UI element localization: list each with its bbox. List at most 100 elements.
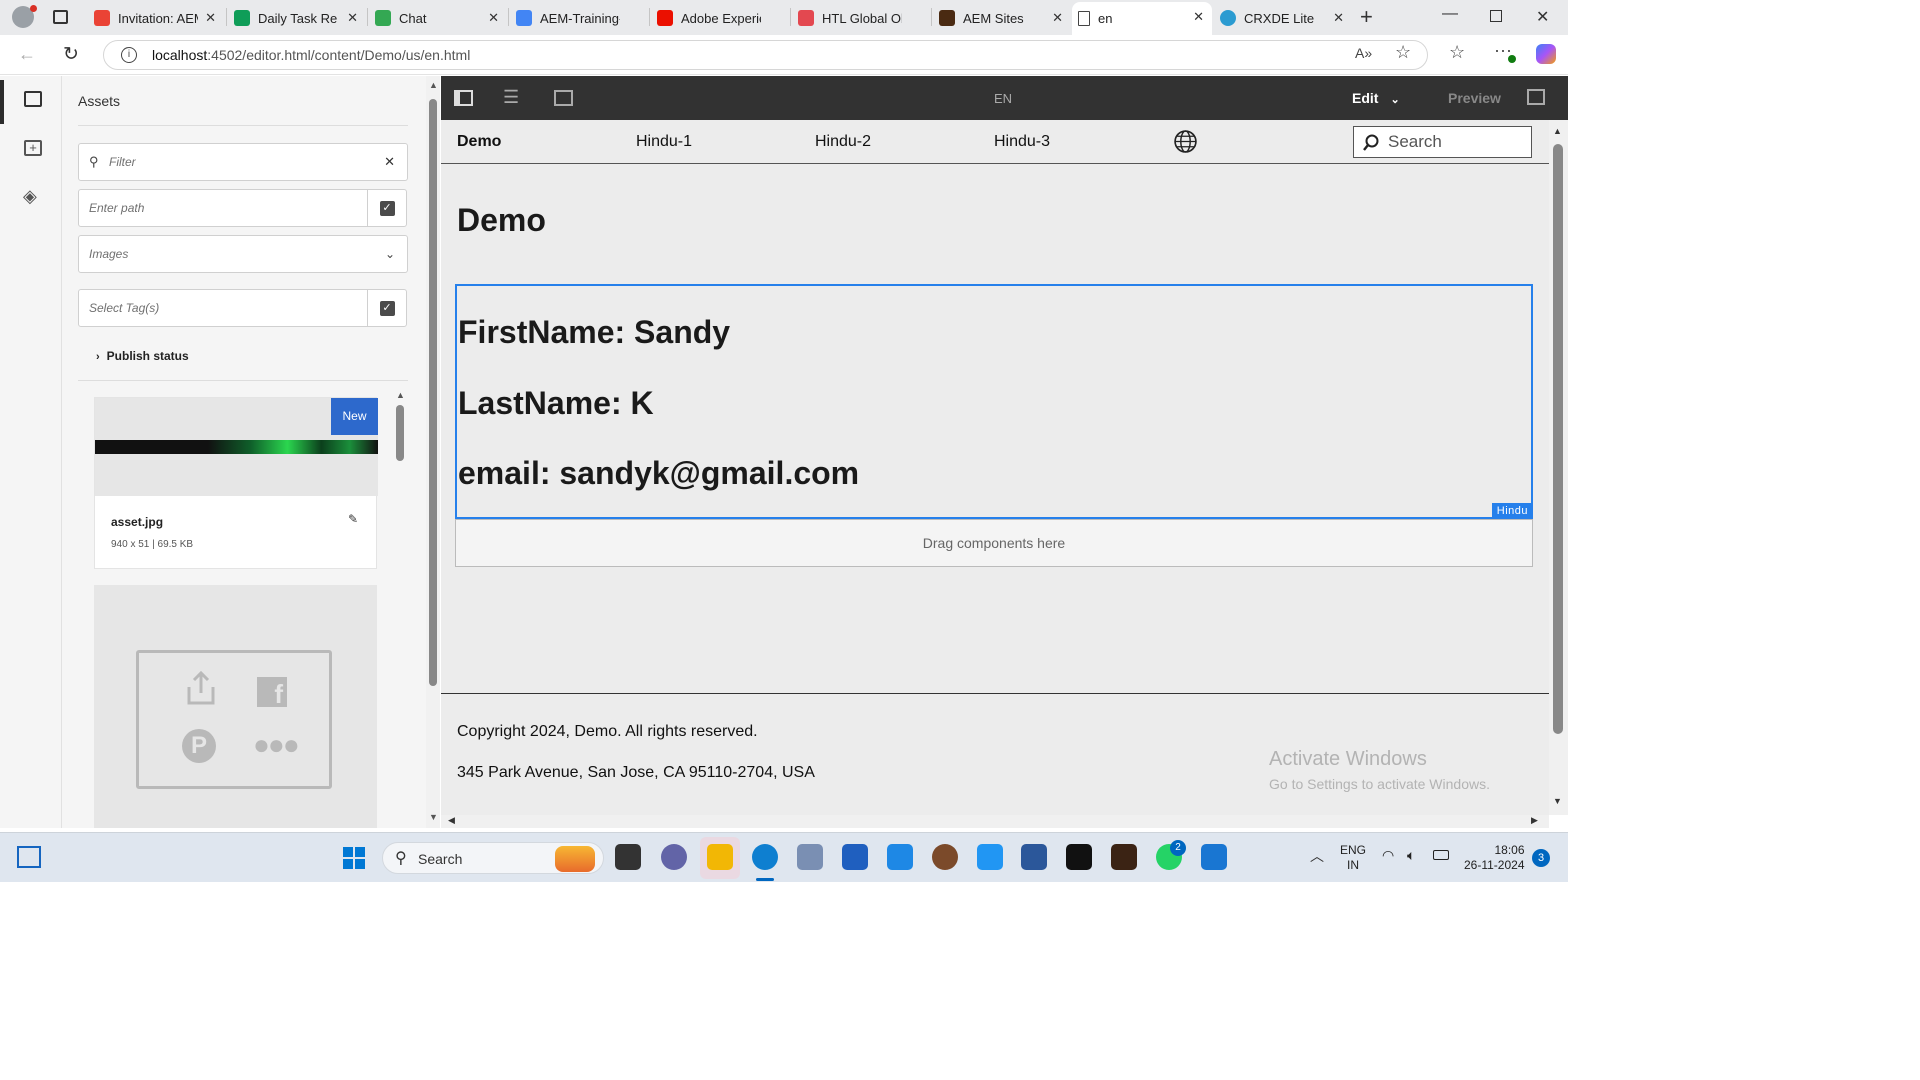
copilot-icon[interactable] — [1536, 44, 1556, 64]
edge-icon[interactable] — [752, 844, 778, 870]
nav-item-hindu-1[interactable]: Hindu-1 — [636, 133, 692, 151]
tags-browse-button[interactable]: ✓ — [367, 289, 407, 327]
favorites-icon[interactable]: ☆ — [1449, 42, 1465, 63]
site-search-input[interactable]: Search — [1353, 126, 1532, 158]
filter-input[interactable]: ⚲ Filter ✕ — [78, 143, 408, 181]
mode-label: Edit — [1352, 90, 1379, 106]
widgets-icon[interactable] — [17, 846, 41, 868]
social-share-card[interactable]: f P ●●● — [94, 585, 377, 828]
terminal-icon[interactable] — [1066, 844, 1092, 870]
sheets-icon — [234, 10, 250, 26]
tab-actions-icon[interactable] — [53, 10, 68, 24]
read-aloud-icon[interactable]: A» — [1355, 45, 1372, 61]
address-bar[interactable]: i localhost:4502/editor.html/content/Dem… — [103, 40, 1428, 70]
asset-card[interactable]: New asset.jpg 940 x 51 | 69.5 KB ✎ — [94, 397, 378, 569]
asset-type-select[interactable]: Images ⌄ — [78, 235, 408, 273]
task-view-icon[interactable] — [615, 844, 641, 870]
globe-icon[interactable] — [1173, 129, 1198, 154]
emulator-icon[interactable] — [554, 90, 573, 106]
tab-chat[interactable]: Chat ✕ — [369, 3, 507, 33]
clock[interactable]: 18:06 26-11-2024 — [1464, 843, 1525, 873]
refresh-icon[interactable]: ↻ — [63, 43, 79, 66]
tab-label: Adobe Experie — [681, 10, 761, 26]
panel-scrollbar[interactable]: ▲ ▼ — [426, 76, 440, 828]
minimize-button[interactable]: — — [1442, 5, 1458, 23]
asset-list-scroll-thumb[interactable] — [396, 405, 404, 461]
page-scrollbar[interactable]: ▲ ▼ — [1549, 120, 1568, 815]
tab-invitation[interactable]: Invitation: AEM ✕ — [88, 3, 224, 33]
asset-list-scrollbar[interactable]: ▲ — [395, 390, 405, 828]
tab-daily-task[interactable]: Daily Task Rep ✕ — [228, 3, 366, 33]
close-icon[interactable]: ✕ — [205, 10, 216, 26]
nav-item-hindu-3[interactable]: Hindu-3 — [994, 133, 1050, 151]
component-label-tag: Hindu — [1491, 503, 1533, 519]
preview-button[interactable]: Preview — [1448, 90, 1501, 106]
nav-item-hindu-2[interactable]: Hindu-2 — [815, 133, 871, 151]
chevron-up-icon[interactable]: ︿ — [1310, 846, 1324, 866]
drop-zone[interactable]: Drag components here — [455, 519, 1533, 567]
taskbar-search[interactable]: ⚲ Search — [382, 842, 604, 874]
page-scroll-thumb[interactable] — [1553, 144, 1563, 734]
share-icon — [187, 670, 215, 705]
network-app-icon[interactable] — [797, 844, 823, 870]
close-icon[interactable]: ✕ — [1193, 9, 1204, 25]
wifi-icon[interactable]: ◠ — [1382, 847, 1394, 864]
panel-scroll-thumb[interactable] — [429, 99, 437, 686]
toggle-side-panel-icon[interactable] — [454, 90, 473, 106]
close-window-button[interactable]: ✕ — [1536, 7, 1549, 27]
notification-badge[interactable]: 3 — [1532, 849, 1550, 867]
nav-brand[interactable]: Demo — [457, 133, 501, 151]
edit-pencil-icon[interactable]: ✎ — [348, 512, 358, 526]
app-icon-9[interactable] — [932, 844, 958, 870]
page-properties-icon[interactable]: ☰ — [503, 87, 519, 108]
tab-crxde[interactable]: CRXDE Lite ✕ — [1214, 3, 1352, 33]
store-icon[interactable] — [842, 844, 868, 870]
tab-en-active[interactable]: en ✕ — [1072, 2, 1212, 35]
tab-aem-sites[interactable]: AEM Sites ✕ — [933, 3, 1071, 33]
vscode-icon[interactable] — [887, 844, 913, 870]
mode-selector[interactable]: Edit ⌄ — [1352, 90, 1400, 106]
app-icon-15[interactable] — [1201, 844, 1227, 870]
close-icon[interactable]: ✕ — [347, 10, 358, 26]
close-icon[interactable]: ✕ — [488, 10, 499, 26]
first-name-text: FirstName: Sandy — [458, 314, 731, 350]
close-icon[interactable]: ✕ — [1052, 10, 1063, 26]
new-tab-button[interactable]: + — [1360, 4, 1373, 30]
facebook-icon: f — [257, 677, 287, 709]
edge-active-indicator — [756, 878, 774, 881]
components-icon[interactable]: + — [24, 140, 42, 156]
restore-button[interactable] — [1490, 10, 1502, 22]
check-icon: ✓ — [379, 300, 395, 316]
publish-status-toggle[interactable]: › Publish status — [96, 349, 189, 363]
tab-adobe-experience[interactable]: Adobe Experie — [651, 3, 789, 33]
panel-title: Assets — [78, 93, 121, 109]
content-tree-icon[interactable]: ◈ — [23, 186, 37, 207]
file-explorer-icon[interactable] — [707, 844, 733, 870]
word-icon[interactable] — [1021, 844, 1047, 870]
site-info-icon[interactable]: i — [121, 47, 137, 63]
annotations-icon[interactable] — [1527, 89, 1545, 105]
tags-input[interactable]: Select Tag(s) — [78, 289, 368, 327]
path-browse-button[interactable]: ✓ — [367, 189, 407, 227]
clock-date: 26-11-2024 — [1464, 858, 1525, 872]
assets-icon[interactable] — [24, 91, 42, 107]
favorite-star-icon[interactable]: ☆ — [1395, 42, 1411, 63]
teams-icon[interactable] — [661, 844, 687, 870]
close-icon[interactable]: ✕ — [1333, 10, 1344, 26]
selected-component[interactable]: FirstName: Sandy LastName: K email: sand… — [455, 284, 1533, 519]
language-indicator[interactable]: ENG IN — [1340, 843, 1366, 873]
notepad-icon[interactable] — [977, 844, 1003, 870]
drive-icon — [516, 10, 532, 26]
aem-app-icon[interactable] — [1111, 844, 1137, 870]
tab-htl-global[interactable]: HTL Global Ob — [792, 3, 930, 33]
tab-aem-training[interactable]: AEM-Training- — [510, 3, 648, 33]
back-icon[interactable]: ← — [18, 44, 36, 65]
clear-icon[interactable]: ✕ — [384, 144, 395, 180]
windows-start-icon[interactable] — [342, 846, 366, 870]
page-horizontal-scrollbar[interactable]: ◀ ▶ — [441, 815, 1549, 828]
check-icon: ✓ — [379, 200, 395, 216]
volume-icon[interactable]: 🔈︎ — [1407, 847, 1415, 864]
tab-label: Daily Task Rep — [258, 10, 338, 26]
path-input[interactable]: Enter path — [78, 189, 368, 227]
battery-icon[interactable] — [1433, 850, 1449, 860]
